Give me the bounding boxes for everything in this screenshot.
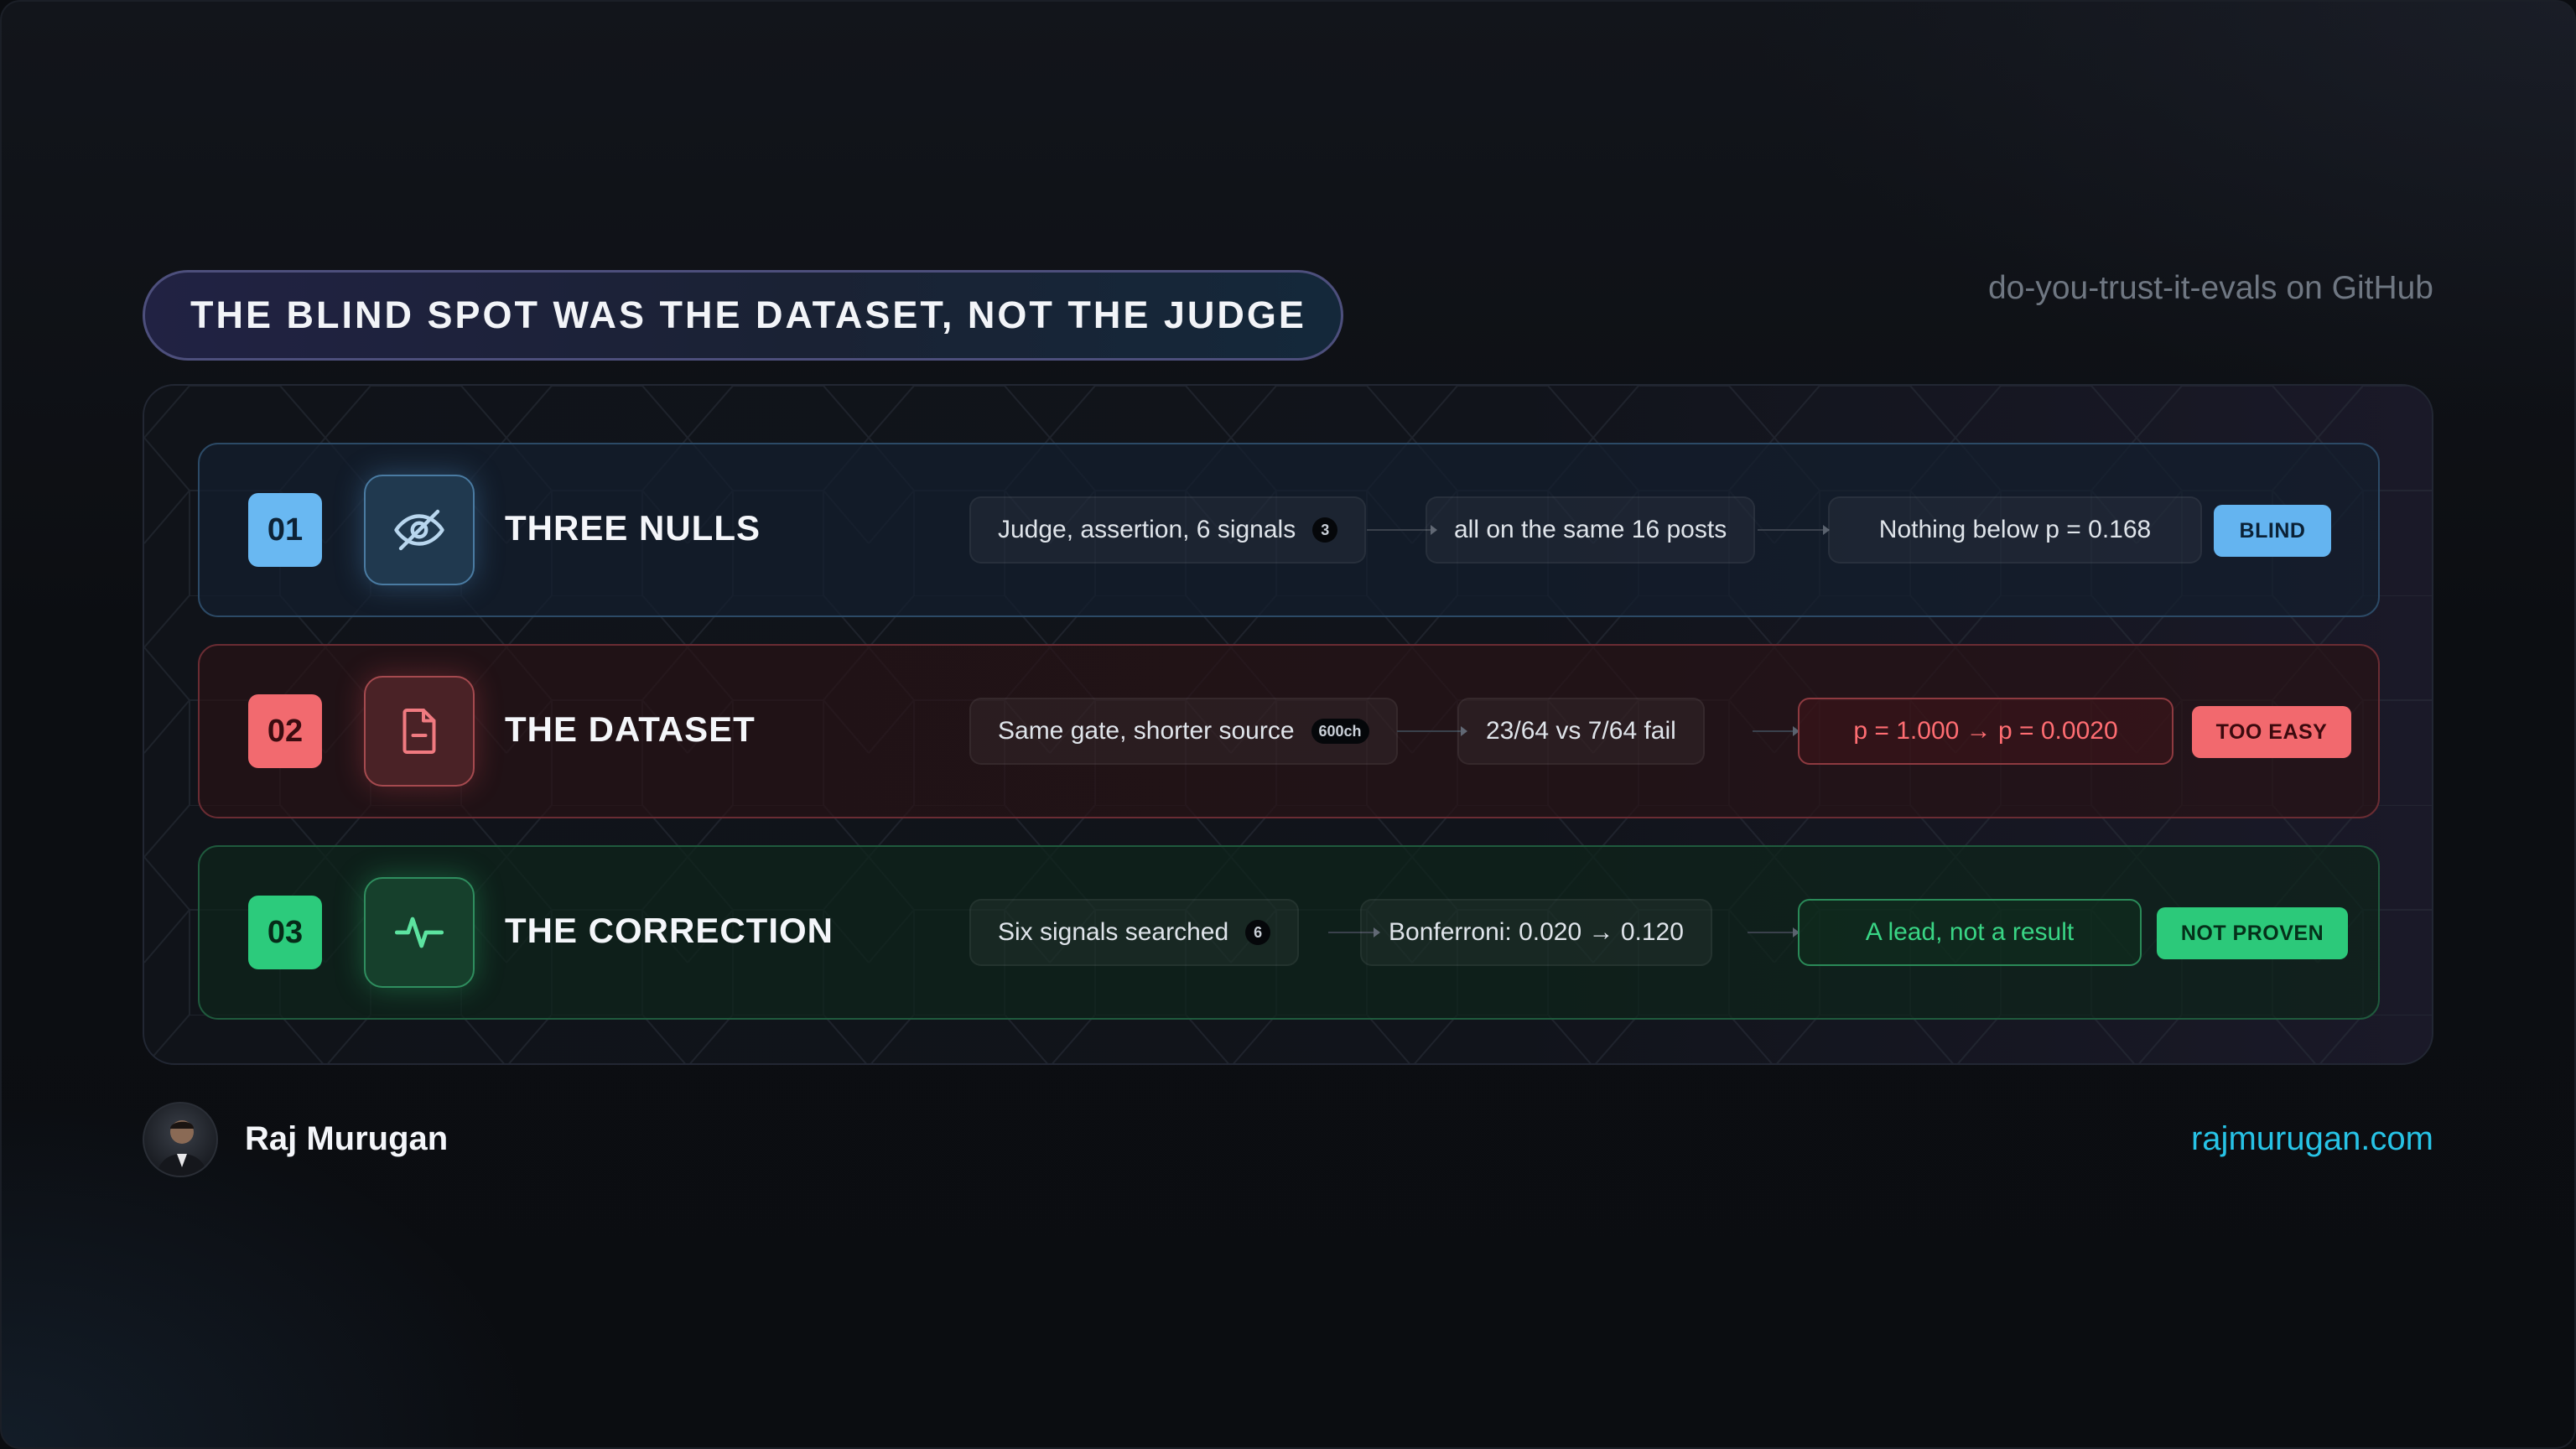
row-the-dataset: 02 THE DATASET Same gate, shorter source… <box>198 644 2380 818</box>
slide-title: THE BLIND SPOT WAS THE DATASET, NOT THE … <box>143 270 1343 361</box>
step-result: p = 1.000 → p = 0.0020 <box>1798 698 2174 765</box>
slide-title-text: THE BLIND SPOT WAS THE DATASET, NOT THE … <box>190 293 1306 336</box>
row-number: 02 <box>248 694 322 768</box>
row-title: THREE NULLS <box>505 508 761 548</box>
arrow-icon <box>1758 525 1830 535</box>
row-the-correction: 03 THE CORRECTION Six signals searched 6… <box>198 845 2380 1020</box>
length-badge: 600ch <box>1311 719 1369 744</box>
step-chip: 23/64 vs 7/64 fail <box>1457 698 1705 765</box>
step-chip: Bonferroni: 0.020 → 0.120 <box>1360 899 1712 966</box>
row-title: THE CORRECTION <box>505 911 834 950</box>
status-badge: NOT PROVEN <box>2157 907 2348 959</box>
document-icon <box>364 676 475 787</box>
row-title: THE DATASET <box>505 709 756 749</box>
eye-off-icon <box>364 475 475 585</box>
row-number: 01 <box>248 493 322 567</box>
arrow-icon <box>1397 726 1467 736</box>
step-chip: Same gate, shorter source 600ch <box>969 698 1398 765</box>
website-link[interactable]: rajmurugan.com <box>2191 1120 2433 1158</box>
step-chip: Judge, assertion, 6 signals 3 <box>969 496 1367 564</box>
status-badge: TOO EASY <box>2192 706 2351 758</box>
step-chip: Six signals searched 6 <box>969 899 1300 966</box>
count-badge: 3 <box>1312 517 1338 543</box>
pulse-icon <box>364 877 475 988</box>
person-icon <box>156 1120 208 1176</box>
step-chip: all on the same 16 posts <box>1426 496 1756 564</box>
count-badge: 6 <box>1245 920 1271 945</box>
github-link[interactable]: do-you-trust-it-evals on GitHub <box>1988 270 2433 310</box>
author-name: Raj Murugan <box>245 1120 449 1157</box>
row-three-nulls: 01 THREE NULLS Judge, assertion, 6 signa… <box>198 443 2380 617</box>
step-result: Nothing below p = 0.168 <box>1828 496 2202 564</box>
arrow-icon <box>1748 927 1800 937</box>
status-badge: BLIND <box>2214 505 2331 557</box>
author-avatar <box>143 1102 218 1177</box>
arrow-icon <box>1753 726 1800 736</box>
step-result: A lead, not a result <box>1798 899 2142 966</box>
content-panel: 01 THREE NULLS Judge, assertion, 6 signa… <box>143 384 2433 1065</box>
row-number: 03 <box>248 896 322 969</box>
